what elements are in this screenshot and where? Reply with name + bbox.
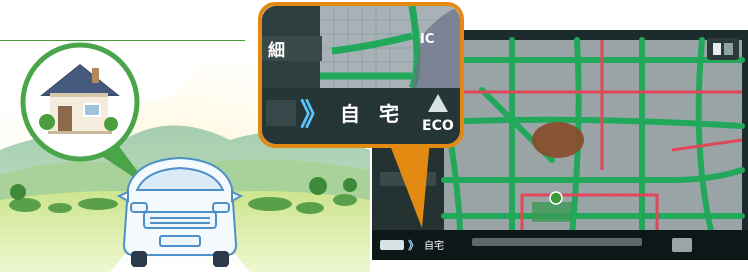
zoom-home-label[interactable]: 自 宅 [340, 98, 405, 127]
headline-underline [0, 0, 245, 41]
svg-text:》: 》 [408, 239, 419, 252]
zoom-arrow-button[interactable]: 》 [300, 90, 330, 134]
zoom-inner: 細 IC 》 自 宅 ECO [262, 6, 460, 144]
callout-pointer [388, 140, 430, 228]
home-pin-icon [549, 191, 563, 205]
zoom-top-label: 細 [268, 41, 299, 61]
map-view-icon [707, 38, 739, 60]
vehicle-illustration [116, 156, 244, 267]
svg-text:自宅: 自宅 [424, 239, 444, 252]
zoom-eco-label: ECO [422, 118, 454, 134]
zoom-ic-label: IC [420, 32, 435, 47]
zoom-callout: 細 IC 》 自 宅 ECO [258, 2, 464, 148]
